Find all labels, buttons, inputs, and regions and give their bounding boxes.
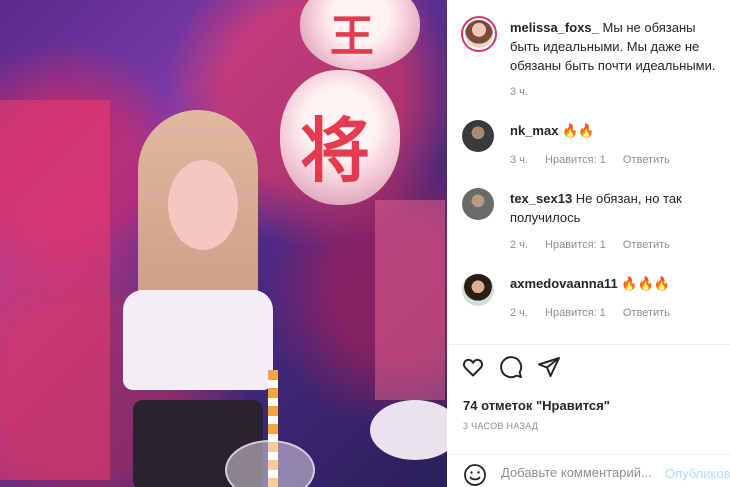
comment-avatar[interactable] — [462, 188, 494, 220]
emoji-icon[interactable] — [463, 463, 487, 487]
comment-avatar[interactable] — [462, 274, 494, 306]
comment-username[interactable]: axmedovaanna11 — [510, 276, 618, 291]
heart-icon[interactable] — [461, 355, 485, 379]
author-avatar[interactable] — [461, 16, 497, 52]
comment-time[interactable]: 2 ч. — [510, 239, 528, 251]
comment-input[interactable] — [501, 465, 661, 480]
post-actions — [461, 355, 561, 379]
comment-meta: 2 ч. Нравится: 1 Ответить — [510, 307, 684, 319]
publish-button[interactable]: Опубликовать — [665, 466, 730, 481]
comment-item: nk_max 🔥🔥 — [510, 121, 720, 140]
comment-emoji: 🔥🔥 — [562, 123, 595, 138]
comment-meta: 2 ч. Нравится: 1 Ответить — [510, 239, 684, 251]
author-username[interactable]: melissa_foxs_ — [510, 20, 599, 35]
comment-username[interactable]: tex_sex13 — [510, 191, 572, 206]
divider — [447, 344, 730, 345]
comment-username[interactable]: nk_max — [510, 123, 558, 138]
comment-reply[interactable]: Ответить — [623, 154, 670, 166]
caption-meta: 3 ч. — [510, 86, 542, 98]
comment-emoji: 🔥🔥🔥 — [621, 276, 670, 291]
comment-time[interactable]: 3 ч. — [510, 154, 528, 166]
photo-kanji: 王 — [330, 11, 374, 62]
comment-meta: 3 ч. Нравится: 1 Ответить — [510, 154, 684, 166]
likes-count[interactable]: 74 отметок "Нравится" — [463, 398, 610, 413]
comment-item: tex_sex13 Не обязан, но так получилось — [510, 189, 720, 227]
photo-banner — [375, 200, 445, 400]
post-photo[interactable]: 王 将 — [0, 0, 447, 487]
caption-time[interactable]: 3 ч. — [510, 86, 528, 98]
comment-avatar[interactable] — [462, 120, 494, 152]
photo-plate — [370, 400, 447, 460]
comment-reply[interactable]: Ответить — [623, 307, 670, 319]
comments-panel: melissa_foxs_ Мы не обязаны быть идеальн… — [447, 0, 730, 487]
post-time[interactable]: 3 ЧАСОВ НАЗАД — [463, 421, 538, 431]
comment-likes[interactable]: Нравится: 1 — [545, 307, 606, 319]
comment-likes[interactable]: Нравится: 1 — [545, 239, 606, 251]
comment-time[interactable]: 2 ч. — [510, 307, 528, 319]
add-comment-bar: Опубликовать — [447, 455, 730, 487]
share-icon[interactable] — [537, 355, 561, 379]
comment-likes[interactable]: Нравится: 1 — [545, 154, 606, 166]
photo-subject — [78, 110, 318, 487]
comment-icon[interactable] — [499, 355, 523, 379]
comment-reply[interactable]: Ответить — [623, 239, 670, 251]
comment-item: axmedovaanna11 🔥🔥🔥 — [510, 274, 720, 293]
post-caption: melissa_foxs_ Мы не обязаны быть идеальн… — [510, 18, 720, 75]
